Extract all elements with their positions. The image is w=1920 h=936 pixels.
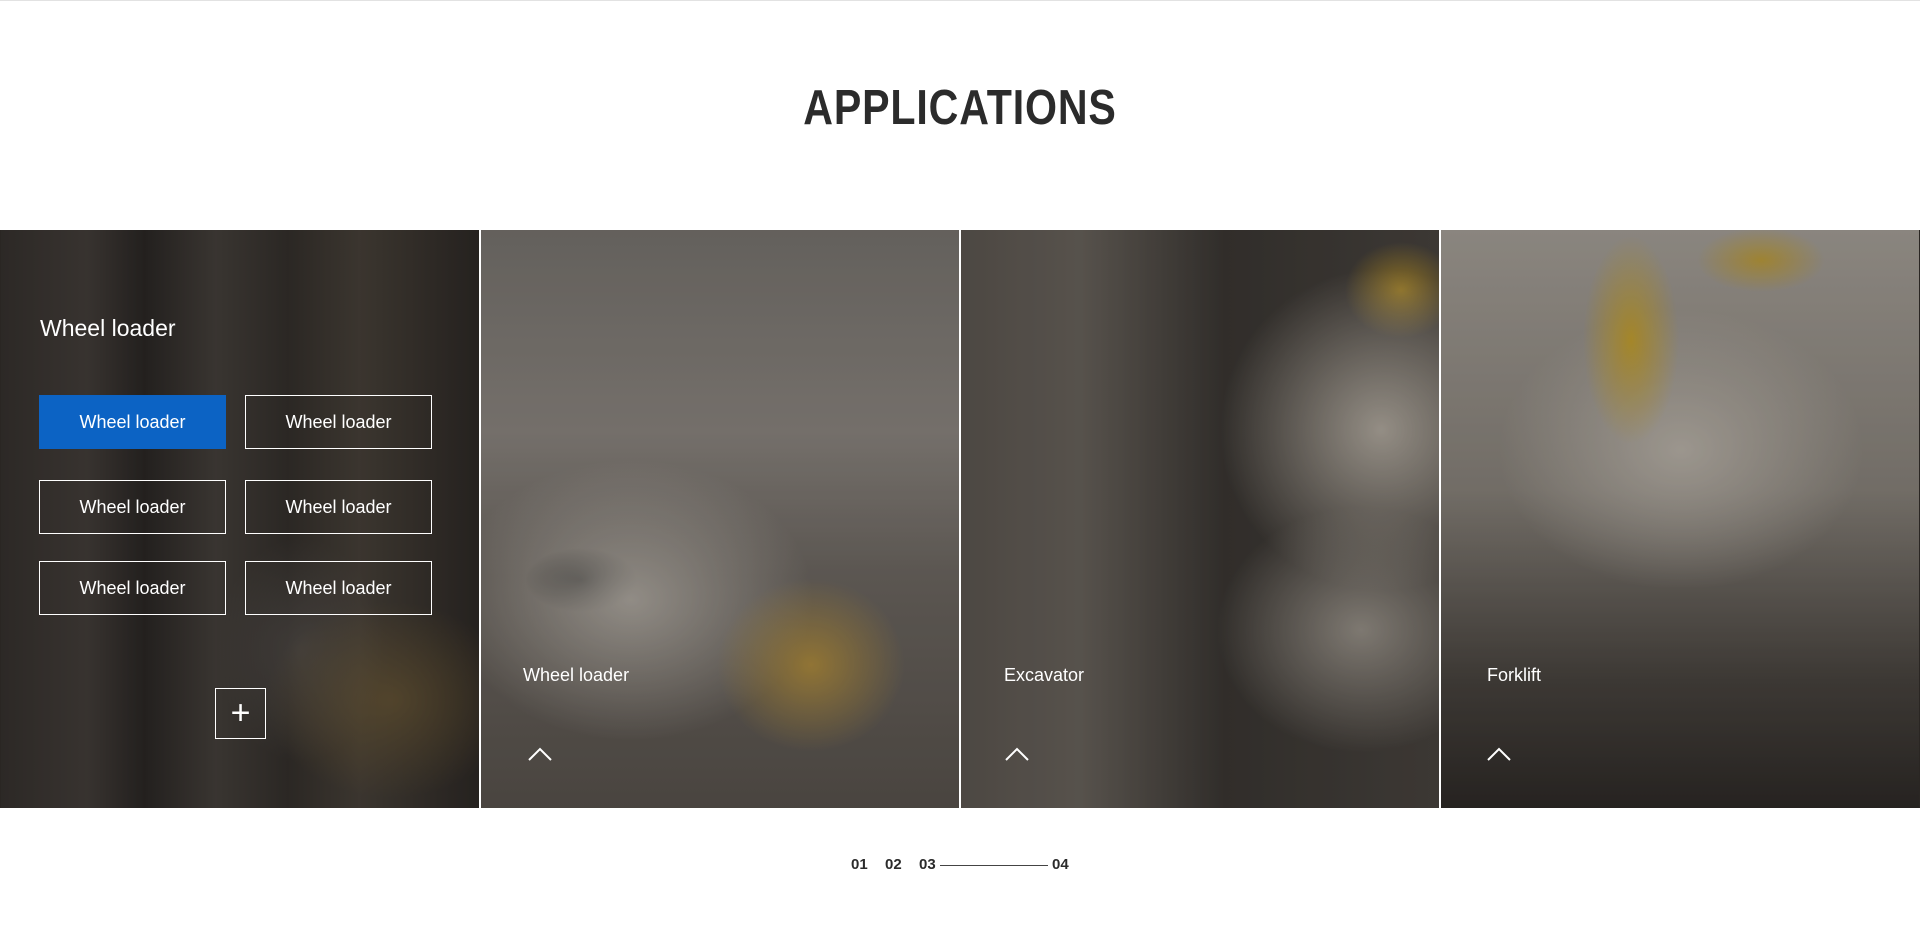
panel-forklift[interactable]: Forklift (1441, 230, 1919, 808)
chevron-up-icon[interactable] (1486, 746, 1512, 762)
pager-item-02[interactable]: 02 (885, 856, 902, 873)
category-button[interactable]: Wheel loader (245, 395, 432, 449)
pager-item-03[interactable]: 03 (919, 856, 936, 873)
panel-label: Forklift (1487, 665, 1541, 685)
category-button[interactable]: Wheel loader (245, 480, 432, 534)
panel-expanded-title: Wheel loader (40, 315, 176, 341)
panel-wheel-loader[interactable]: Wheel loader (481, 230, 959, 808)
applications-panels: Wheel loader Wheel loader Wheel loader W… (0, 230, 1920, 808)
panel-wheel-loader-expanded: Wheel loader Wheel loader Wheel loader W… (1, 230, 479, 808)
plus-icon: + (230, 694, 251, 732)
pagination: 01 02 03 04 (0, 856, 1920, 876)
category-button[interactable]: Wheel loader (245, 561, 432, 615)
top-divider (0, 0, 1920, 1)
pager-progress-line (940, 865, 1048, 866)
more-button[interactable]: + (215, 688, 266, 739)
category-button[interactable]: Wheel loader (39, 395, 226, 449)
panel-excavator[interactable]: Excavator (961, 230, 1439, 808)
pager-item-04[interactable]: 04 (1052, 856, 1069, 873)
category-button[interactable]: Wheel loader (39, 561, 226, 615)
panel-label: Excavator (1004, 665, 1085, 685)
category-button[interactable]: Wheel loader (39, 480, 226, 534)
pager-item-01[interactable]: 01 (851, 856, 868, 873)
chevron-up-icon[interactable] (527, 746, 553, 762)
section-title: APPLICATIONS (803, 81, 1117, 135)
panel-label: Wheel loader (523, 665, 630, 685)
chevron-up-icon[interactable] (1004, 746, 1030, 762)
